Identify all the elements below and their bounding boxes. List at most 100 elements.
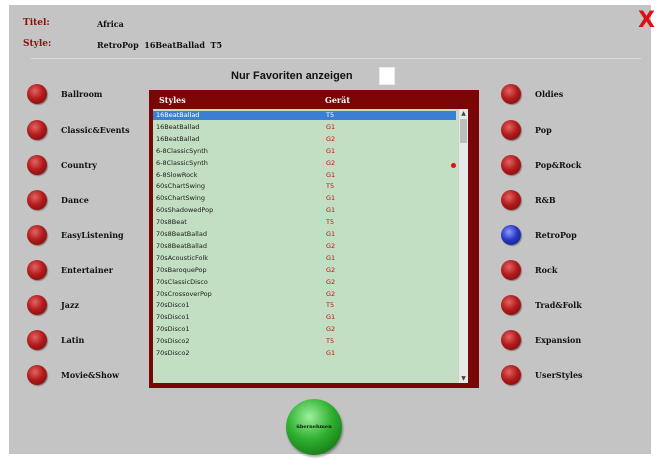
- category-movie-and-show[interactable]: Movie&Show: [27, 364, 119, 386]
- category-trad-and-folk[interactable]: Trad&Folk: [501, 294, 582, 316]
- style-row[interactable]: 60sChartSwing G1: [153, 194, 456, 203]
- favorites-filter-checkbox[interactable]: [379, 67, 395, 85]
- category-radio-icon[interactable]: [27, 295, 47, 315]
- style-row[interactable]: 16BeatBallad G1: [153, 123, 456, 132]
- category-radio-icon[interactable]: [27, 330, 47, 350]
- style-name: 70sDisco1: [156, 301, 190, 310]
- style-device: G2: [326, 134, 336, 143]
- category-rock[interactable]: Rock: [501, 259, 557, 281]
- style-row[interactable]: 60sChartSwing T5: [153, 182, 456, 191]
- column-header-styles: Styles: [159, 95, 186, 105]
- category-pop-and-rock[interactable]: Pop&Rock: [501, 154, 581, 176]
- style-name: 6-8ClassicSynth: [156, 158, 208, 167]
- style-name: 70sDisco2: [156, 337, 190, 346]
- style-name: 60sChartSwing: [156, 194, 206, 203]
- category-pop[interactable]: Pop: [501, 119, 552, 141]
- category-label: Classic&Events: [61, 125, 130, 135]
- category-ballroom[interactable]: Ballroom: [27, 83, 102, 105]
- style-name: 70s8Beat: [156, 218, 187, 227]
- category-radio-icon[interactable]: [501, 155, 521, 175]
- scroll-down-icon[interactable]: ▼: [459, 374, 468, 383]
- style-name: 70sAcousticFolk: [156, 253, 209, 262]
- category-radio-selected-icon[interactable]: [501, 225, 521, 245]
- style-row[interactable]: 70sAcousticFolk G1: [153, 254, 456, 263]
- style-name: 70sBaroquePop: [156, 265, 207, 274]
- category-radio-icon[interactable]: [501, 84, 521, 104]
- style-row[interactable]: 70s8BeatBallad G1: [153, 230, 456, 239]
- close-icon[interactable]: X: [638, 10, 655, 32]
- style-label: Style:: [23, 39, 52, 49]
- category-jazz[interactable]: Jazz: [27, 294, 79, 316]
- scrollbar-thumb[interactable]: [460, 119, 467, 143]
- styles-list[interactable]: 16BeatBallad T5 16BeatBallad G1 16BeatBallad…: [153, 109, 468, 383]
- style-row[interactable]: 60sShadowedPop G1: [153, 206, 456, 215]
- category-radio-icon[interactable]: [27, 225, 47, 245]
- list-scrollbar[interactable]: ▲ ▼: [458, 109, 468, 383]
- style-row[interactable]: 70sDisco1 G2: [153, 325, 456, 334]
- style-device: G2: [326, 265, 336, 274]
- style-row[interactable]: 70s8Beat T5: [153, 218, 456, 227]
- category-radio-icon[interactable]: [27, 155, 47, 175]
- category-expansion[interactable]: Expansion: [501, 329, 581, 351]
- category-oldies[interactable]: Oldies: [501, 83, 563, 105]
- apply-button-label: übernehmen: [296, 424, 332, 430]
- scroll-up-icon[interactable]: ▲: [459, 109, 468, 118]
- style-name: 60sChartSwing: [156, 182, 206, 191]
- style-value: RetroPop 16BeatBallad T5: [97, 40, 223, 50]
- favorites-filter-label: Nur Favoriten anzeigen: [231, 70, 353, 82]
- style-row[interactable]: 6-8SlowRock G1: [153, 171, 456, 180]
- category-radio-icon[interactable]: [501, 365, 521, 385]
- category-radio-icon[interactable]: [501, 295, 521, 315]
- category-radio-icon[interactable]: [27, 260, 47, 280]
- style-row[interactable]: 70sDisco2 G1: [153, 349, 456, 358]
- style-device: T5: [326, 301, 335, 310]
- category-retropop[interactable]: RetroPop: [501, 224, 577, 246]
- category-label: R&B: [535, 195, 556, 205]
- apply-button[interactable]: übernehmen: [286, 399, 342, 455]
- style-row[interactable]: 70sDisco1 G1: [153, 313, 456, 322]
- style-name: 70sCrossoverPop: [156, 289, 212, 298]
- style-name: 16BeatBallad: [156, 111, 200, 119]
- style-name: 70sDisco1: [156, 313, 190, 322]
- style-row[interactable]: 16BeatBallad G2: [153, 135, 456, 144]
- style-device: G1: [326, 253, 336, 262]
- category-entertainer[interactable]: Entertainer: [27, 259, 113, 281]
- style-row[interactable]: 70sClassicDisco G2: [153, 278, 456, 287]
- style-device: G1: [326, 122, 336, 131]
- category-label: Country: [61, 160, 97, 170]
- category-latin[interactable]: Latin: [27, 329, 84, 351]
- style-row[interactable]: 70sBaroquePop G2: [153, 266, 456, 275]
- category-radio-icon[interactable]: [501, 330, 521, 350]
- style-name: 70sClassicDisco: [156, 277, 208, 286]
- category-radio-icon[interactable]: [501, 260, 521, 280]
- category-country[interactable]: Country: [27, 154, 97, 176]
- category-userstyles[interactable]: UserStyles: [501, 364, 583, 386]
- category-classic-and-events[interactable]: Classic&Events: [27, 119, 130, 141]
- category-easylistening[interactable]: EasyListening: [27, 224, 124, 246]
- category-radio-icon[interactable]: [27, 120, 47, 140]
- category-label: Oldies: [535, 89, 564, 99]
- style-name: 70s8BeatBallad: [156, 241, 207, 250]
- style-device: T5: [326, 218, 335, 227]
- style-row[interactable]: 16BeatBallad T5: [153, 111, 456, 120]
- category-dance[interactable]: Dance: [27, 189, 89, 211]
- category-r-and-b[interactable]: R&B: [501, 189, 556, 211]
- style-row[interactable]: 70sDisco2 T5: [153, 337, 456, 346]
- category-radio-icon[interactable]: [501, 190, 521, 210]
- column-header-geraet: Gerät: [325, 95, 351, 105]
- style-device: G2: [326, 325, 336, 334]
- category-radio-icon[interactable]: [501, 120, 521, 140]
- style-device: G2: [326, 277, 336, 286]
- category-radio-icon[interactable]: [27, 365, 47, 385]
- style-row[interactable]: 70s8BeatBallad G2: [153, 242, 456, 251]
- category-radio-icon[interactable]: [27, 84, 47, 104]
- style-name: 70sDisco1: [156, 325, 190, 334]
- header-divider: [31, 58, 641, 59]
- title-value: Africa: [97, 19, 124, 29]
- style-row[interactable]: 6-8ClassicSynth G1: [153, 147, 456, 156]
- style-row[interactable]: 70sDisco1 T5: [153, 301, 456, 310]
- style-row[interactable]: 70sCrossoverPop G2: [153, 290, 456, 299]
- category-radio-icon[interactable]: [27, 190, 47, 210]
- style-row[interactable]: 6-8ClassicSynth G2: [153, 159, 456, 168]
- style-device: G1: [326, 349, 336, 357]
